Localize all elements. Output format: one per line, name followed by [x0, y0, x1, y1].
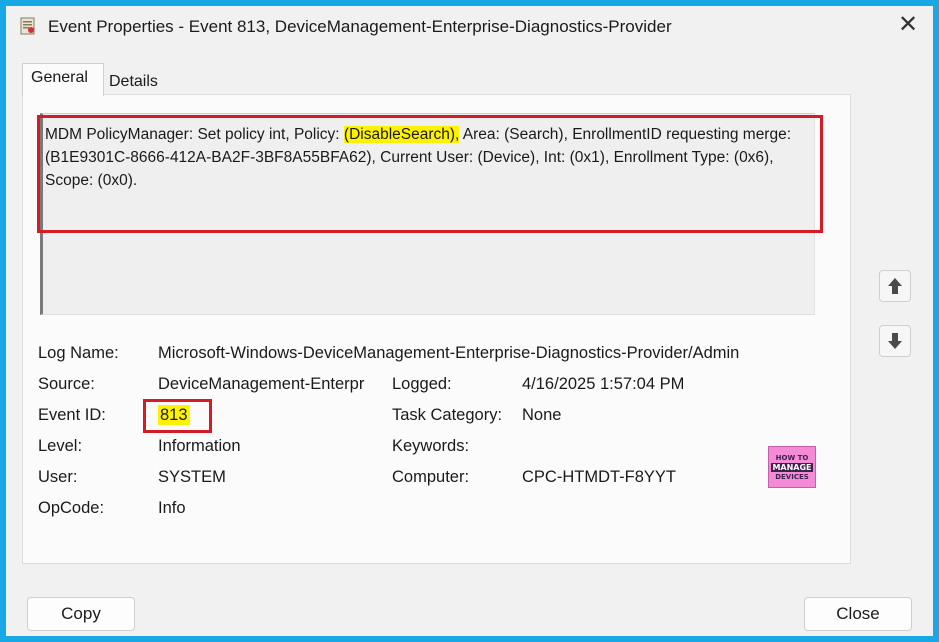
opcode-value: Info — [158, 499, 186, 517]
tab-details[interactable]: Details — [101, 68, 165, 96]
title-bar: Event Properties - Event 813, DeviceMana… — [6, 6, 933, 46]
computer-label: Computer: — [392, 468, 470, 486]
computer-value: CPC-HTMDT-F8YYT — [522, 468, 676, 486]
task-category-label: Task Category: — [392, 406, 503, 424]
keywords-label: Keywords: — [392, 437, 470, 455]
close-icon[interactable]: ✕ — [895, 12, 921, 38]
user-value: SYSTEM — [158, 468, 226, 486]
logo-line-2: MANAGE — [771, 462, 813, 472]
logged-label: Logged: — [392, 375, 452, 393]
source-label: Source: — [38, 375, 95, 393]
annotation-frame-event-id — [143, 399, 212, 433]
annotation-frame-description — [37, 115, 823, 233]
opcode-label: OpCode: — [38, 499, 105, 517]
task-category-value: None — [522, 406, 562, 424]
how-to-manage-devices-logo: HOW TO MANAGE DEVICES — [768, 446, 816, 488]
event-viewer-icon — [20, 17, 36, 35]
log-name-label: Log Name: — [38, 344, 119, 362]
logged-value: 4/16/2025 1:57:04 PM — [522, 375, 685, 393]
logo-line-3: DEVICES — [775, 472, 809, 481]
arrow-up-icon — [888, 278, 902, 294]
event-id-label: Event ID: — [38, 406, 106, 424]
logo-line-1: HOW TO — [775, 453, 809, 462]
previous-event-button[interactable] — [879, 270, 911, 302]
level-value: Information — [158, 437, 241, 455]
event-properties-window: Event Properties - Event 813, DeviceMana… — [6, 6, 933, 636]
user-label: User: — [38, 468, 78, 486]
tab-general[interactable]: General — [22, 63, 104, 96]
log-name-value: Microsoft-Windows-DeviceManagement-Enter… — [158, 344, 740, 362]
arrow-down-icon — [888, 333, 902, 349]
source-value: DeviceManagement-Enterpr — [158, 375, 365, 393]
close-button[interactable]: Close — [804, 597, 912, 631]
next-event-button[interactable] — [879, 325, 911, 357]
window-title: Event Properties - Event 813, DeviceMana… — [48, 17, 672, 36]
copy-button[interactable]: Copy — [27, 597, 135, 631]
level-label: Level: — [38, 437, 83, 455]
